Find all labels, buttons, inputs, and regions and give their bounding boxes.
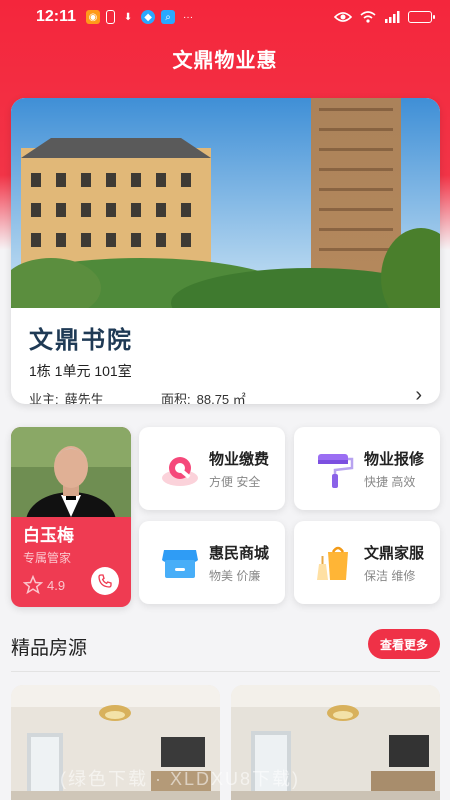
call-button[interactable] [91, 567, 119, 595]
manager-card[interactable]: 白玉梅 专属管家 4.9 [11, 427, 131, 607]
phone-call-icon [98, 574, 112, 588]
more-dots-icon: ··· [183, 11, 194, 23]
paint-roller-icon [318, 453, 354, 488]
phone-icon [106, 10, 116, 24]
service-name: 物业缴费 [209, 450, 270, 468]
area-info: 面积: 88.75 ㎡ [161, 389, 246, 404]
shop-icon [162, 549, 198, 578]
area-value: 88.75 ㎡ [196, 392, 246, 404]
service-desc: 保洁 维修 [364, 568, 416, 583]
rating-value: 4.9 [47, 577, 66, 593]
manager-role: 专属管家 [23, 551, 72, 565]
eye-icon [334, 12, 352, 22]
house-info: 文鼎书院 1栋 1单元 101室 业主: 薛先生 面积: 88.75 ㎡ › [11, 308, 440, 404]
house-card[interactable]: 文鼎书院 1栋 1单元 101室 业主: 薛先生 面积: 88.75 ㎡ › [11, 98, 440, 404]
manager-name: 白玉梅 [23, 526, 74, 545]
status-bar: 12:11 ◉ ⬇ ◆ ⌕ ··· [0, 0, 450, 34]
service-text: 惠民商城 物美 价廉 [209, 542, 269, 584]
view-more-button[interactable]: 查看更多 [368, 629, 440, 659]
service-text: 文鼎家服 保洁 维修 [364, 542, 424, 584]
house-unit: 1栋 1单元 101室 [29, 363, 132, 379]
signal-icon [385, 11, 400, 23]
search-app-icon: ⌕ [161, 10, 176, 24]
service-home-services[interactable]: 文鼎家服 保洁 维修 [294, 521, 440, 604]
page-title: 文鼎物业惠 [172, 50, 278, 72]
service-property-payment[interactable]: 物业缴费 方便 安全 [139, 427, 285, 510]
battery-icon [408, 11, 435, 23]
service-desc: 快捷 高效 [364, 474, 416, 489]
chevron-right-icon[interactable]: › [415, 384, 422, 404]
owner-info: 业主: 薛先生 [29, 389, 161, 404]
house-photo [11, 98, 440, 308]
service-mall[interactable]: 惠民商城 物美 价廉 [139, 521, 285, 604]
owner-name: 薛先生 [64, 392, 104, 404]
area-label: 面积: [161, 392, 191, 404]
owner-label: 业主: [29, 392, 59, 404]
service-desc: 方便 安全 [209, 474, 261, 489]
section-title-listings: 精品房源 [11, 638, 88, 659]
service-name: 文鼎家服 [364, 544, 425, 562]
payment-icon [162, 456, 198, 486]
wifi-icon [360, 11, 376, 23]
status-time: 12:11 [36, 8, 77, 25]
weibo-icon: ◉ [86, 10, 101, 24]
notification-icons: ◉ ⬇ ◆ ⌕ ··· [86, 10, 195, 24]
manager-rating: 4.9 [23, 575, 65, 595]
house-meta: 业主: 薛先生 面积: 88.75 ㎡ [29, 389, 422, 404]
download-icon: ⬇ [123, 11, 133, 23]
service-text: 物业报修 快捷 高效 [364, 448, 424, 490]
service-name: 惠民商城 [209, 544, 270, 562]
cleaning-icon [317, 546, 348, 580]
service-property-repair[interactable]: 物业报修 快捷 高效 [294, 427, 440, 510]
community-name: 文鼎书院 [29, 327, 133, 354]
service-desc: 物美 价廉 [209, 568, 261, 583]
star-icon [23, 575, 43, 595]
service-name: 物业报修 [364, 450, 425, 468]
manager-photo [11, 427, 131, 517]
shield-icon: ◆ [141, 10, 156, 24]
divider [11, 671, 440, 672]
watermark: (绿色下载 · XLDXU8下载) [60, 769, 301, 789]
service-text: 物业缴费 方便 安全 [209, 448, 269, 490]
status-right [334, 11, 435, 23]
